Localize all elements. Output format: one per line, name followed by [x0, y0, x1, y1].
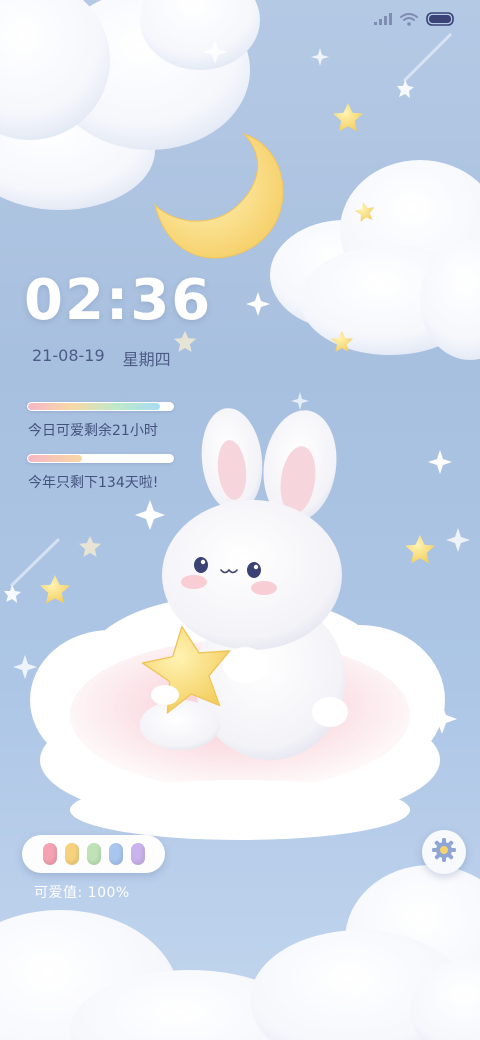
gear-icon [430, 836, 458, 868]
day-progress-label: 今日可爱剩余21小时 [28, 423, 158, 439]
year-progress-fill [28, 455, 82, 462]
day-progress-fill [28, 403, 160, 410]
battery-icon [426, 12, 456, 26]
status-bar [374, 12, 456, 26]
date-text: 21-08-19 [32, 346, 105, 365]
date-row: 21-08-19 星期四 [32, 346, 171, 370]
mood-bean-5 [130, 843, 145, 865]
year-progress-bar [27, 454, 174, 463]
cloud-right [270, 160, 480, 360]
cuteness-meter[interactable] [22, 835, 165, 873]
weekday-text: 星期四 [122, 350, 171, 369]
mood-bean-1 [42, 843, 57, 865]
mood-bean-3 [86, 843, 101, 865]
wifi-icon [400, 12, 418, 26]
clock-time: 02:36 [24, 268, 213, 333]
cellular-signal-icon [374, 13, 392, 25]
mood-bean-2 [64, 843, 79, 865]
day-progress-bar [27, 402, 174, 411]
settings-button[interactable] [422, 830, 466, 874]
year-progress-label: 今年只剩下134天啦! [28, 475, 159, 491]
cuteness-label: 可爱值: 100% [34, 885, 130, 901]
crescent-moon [154, 133, 284, 259]
cloud-top-left [0, 0, 260, 210]
mood-bean-4 [108, 843, 123, 865]
